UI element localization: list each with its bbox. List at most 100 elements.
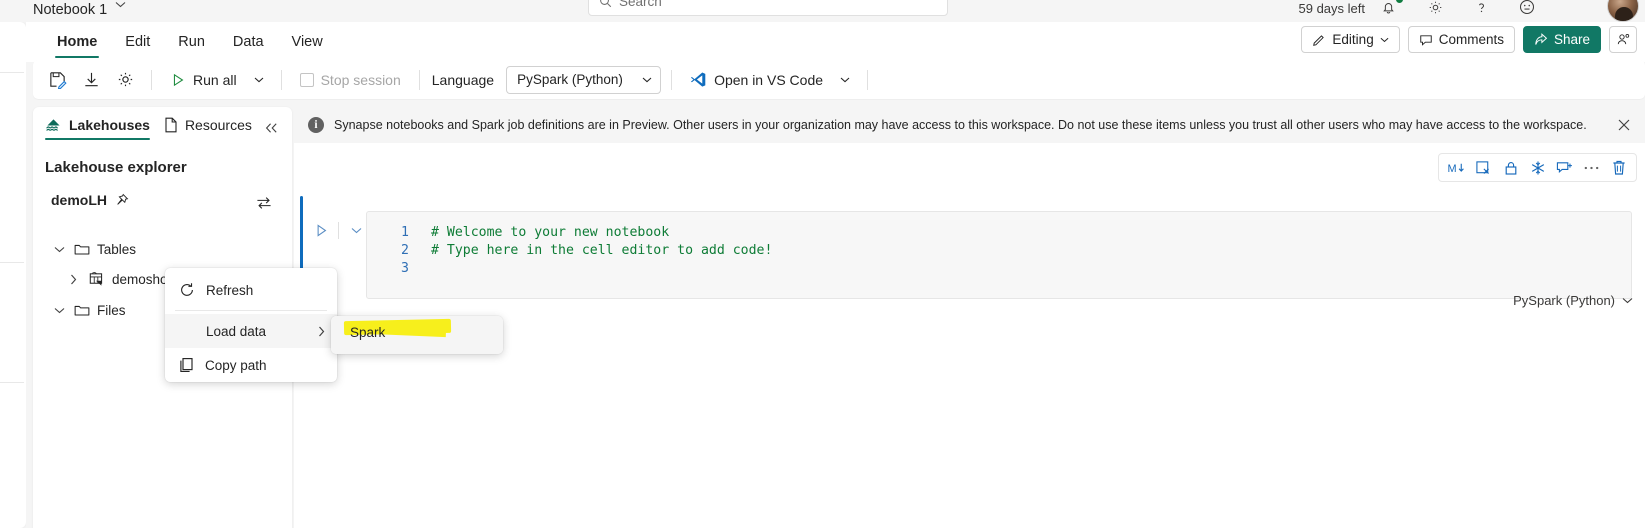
menu-item-label: Load data — [206, 323, 267, 339]
settings-gear-icon[interactable] — [1421, 0, 1449, 21]
more-options-icon[interactable] — [1579, 155, 1604, 180]
search-placeholder: Search — [619, 0, 662, 9]
open-in-vscode-label: Open in VS Code — [714, 71, 824, 88]
chevron-down-icon[interactable] — [115, 1, 126, 8]
code-line: 1 # Welcome to your new notebook — [367, 223, 669, 241]
notification-dot — [1396, 0, 1403, 3]
comments-label: Comments — [1438, 32, 1504, 47]
line-number: 1 — [401, 224, 409, 240]
user-avatar[interactable] — [1607, 0, 1639, 22]
rail-item-github[interactable]: GitHub — [0, 164, 26, 190]
tab-home[interactable]: Home — [43, 22, 111, 62]
language-select[interactable]: PySpark (Python) — [506, 65, 662, 94]
tree-node-label: Files — [97, 302, 126, 318]
menu-item-label: Refresh — [206, 282, 254, 298]
share-label: Share — [1553, 32, 1590, 47]
top-chrome-bar: Notebook 1 Search 59 days left — [0, 0, 1645, 22]
chevron-right-icon[interactable] — [65, 274, 81, 285]
preview-notice-banner: i Synapse notebooks and Spark job defini… — [294, 107, 1645, 143]
left-navigation-rail[interactable]: Home Browse OneLake GitHub Monitoring — [0, 22, 26, 528]
tree-node-label: Tables — [97, 241, 137, 257]
convert-to-markdown-icon[interactable]: M — [1444, 155, 1469, 180]
tab-edit[interactable]: Edit — [111, 22, 164, 62]
cell-language-selector[interactable]: PySpark (Python) — [1513, 293, 1633, 308]
lock-cell-icon[interactable] — [1498, 155, 1523, 180]
run-all-label: Run all — [193, 71, 237, 88]
share-icon — [1534, 32, 1548, 47]
run-all-dropdown[interactable] — [247, 65, 271, 95]
chevron-down-icon[interactable] — [51, 307, 67, 314]
notice-text: Synapse notebooks and Spark job definiti… — [334, 118, 1587, 132]
explorer-tablist: Lakehouses Resources — [45, 117, 252, 141]
search-input[interactable]: Search — [588, 0, 948, 16]
close-icon[interactable] — [1615, 116, 1633, 134]
rail-item-monitoring[interactable]: Monitoring — [0, 218, 26, 244]
chevron-down-icon[interactable] — [51, 246, 67, 253]
tab-view[interactable]: View — [278, 22, 337, 62]
notification-bell-icon[interactable] — [1374, 0, 1403, 21]
tree-node-tables[interactable]: Tables — [51, 235, 136, 263]
chevron-down-icon[interactable] — [345, 219, 367, 241]
language-label: Language — [431, 71, 495, 88]
trial-status: 59 days left — [1298, 1, 1366, 16]
help-question-icon[interactable] — [1467, 0, 1495, 21]
freeze-cell-icon[interactable] — [1525, 155, 1550, 180]
tab-resources[interactable]: Resources — [164, 117, 252, 141]
tree-node-files[interactable]: Files — [51, 296, 126, 324]
vscode-dropdown[interactable] — [833, 65, 857, 95]
gear-icon[interactable] — [109, 65, 141, 95]
rail-item-notebook[interactable]: Notebook 1 — [0, 396, 26, 422]
feedback-smiley-icon[interactable] — [1513, 0, 1541, 21]
tab-run[interactable]: Run — [164, 22, 219, 62]
tab-lakehouses[interactable]: Lakehouses — [45, 117, 150, 141]
submenu-item-label: Spark — [350, 325, 386, 340]
run-all-button[interactable]: Run all — [162, 65, 245, 95]
chevron-double-left-icon[interactable] — [260, 117, 282, 139]
stop-session-button[interactable]: Stop session — [292, 65, 409, 95]
lakehouse-selector[interactable]: demoLH — [51, 192, 129, 208]
language-value: PySpark (Python) — [517, 72, 623, 87]
editing-label: Editing — [1332, 32, 1374, 47]
rail-item-browse[interactable]: Browse — [0, 86, 26, 112]
code-line: 2 # Type here in the cell editor to add … — [367, 241, 772, 259]
cell-run-controls — [310, 219, 367, 241]
chevron-down-icon — [642, 77, 652, 83]
delete-cell-icon[interactable] — [1606, 155, 1631, 180]
add-comment-icon[interactable] — [1552, 155, 1577, 180]
run-cell-icon[interactable] — [310, 219, 332, 241]
document-title: Notebook 1 — [33, 2, 108, 18]
menu-divider — [175, 310, 327, 311]
pin-icon[interactable] — [115, 193, 129, 207]
divider — [280, 69, 282, 90]
save-edit-icon[interactable] — [41, 65, 73, 95]
swap-lakehouse-icon[interactable] — [254, 193, 274, 213]
chevron-down-icon — [1622, 297, 1633, 304]
menu-item-refresh[interactable]: Refresh — [165, 273, 337, 307]
manage-access-button[interactable] — [1609, 26, 1637, 53]
menu-item-copy-path[interactable]: Copy path — [165, 348, 337, 382]
lakehouse-name: demoLH — [51, 192, 107, 208]
cell-language-label: PySpark (Python) — [1513, 293, 1615, 308]
rail-item-workspaces[interactable]: Workspaces — [0, 278, 26, 304]
menu-item-load-data[interactable]: Load data — [165, 314, 337, 348]
comments-button[interactable]: Comments — [1407, 26, 1515, 53]
tab-lakehouses-label: Lakehouses — [69, 117, 150, 133]
code-editor[interactable]: 1 # Welcome to your new notebook 2 # Typ… — [366, 211, 1632, 299]
rail-item-onelake[interactable]: OneLake — [0, 138, 26, 164]
tab-data[interactable]: Data — [219, 22, 278, 62]
play-triangle-icon — [170, 72, 186, 88]
code-line: 3 — [367, 259, 431, 277]
comment-bubble-icon — [1419, 33, 1433, 47]
share-button[interactable]: Share — [1522, 26, 1601, 53]
rail-item-home[interactable]: Home — [0, 36, 26, 62]
rail-item-workspace[interactable]: Workspace — [0, 340, 26, 366]
menu-item-label: Copy path — [205, 357, 267, 373]
open-in-vscode-button[interactable]: Open in VS Code — [682, 65, 831, 95]
download-icon[interactable] — [75, 65, 107, 95]
clear-output-icon[interactable] — [1471, 155, 1496, 180]
divider — [418, 69, 420, 90]
notebook-command-bar: Run all Stop session Language PySpark (P… — [33, 60, 1645, 99]
editing-mode-button[interactable]: Editing — [1301, 26, 1400, 53]
vscode-icon — [690, 71, 707, 88]
page-title: Lakehouse explorer — [45, 159, 187, 176]
